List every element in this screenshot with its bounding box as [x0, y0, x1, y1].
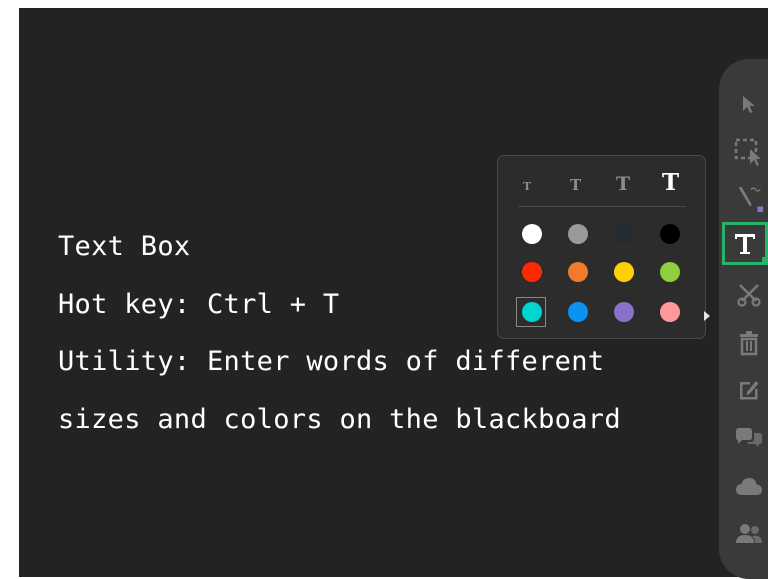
font-size-small[interactable]: T — [523, 180, 531, 193]
color-swatch-white[interactable] — [522, 224, 542, 244]
color-swatch-orange[interactable] — [568, 262, 588, 282]
color-swatch-red[interactable] — [522, 262, 542, 282]
font-size-options: T T T T — [498, 156, 707, 206]
scissors-icon — [737, 284, 761, 307]
trash-icon — [740, 331, 758, 356]
font-size-xlarge[interactable]: T — [662, 169, 679, 196]
scissors-tool-button[interactable] — [733, 279, 765, 311]
users-icon — [736, 524, 762, 543]
text-tool-icon — [735, 233, 755, 254]
color-swatch-black[interactable] — [660, 224, 680, 244]
users-tool-button[interactable] — [733, 518, 765, 550]
area-select-button[interactable] — [733, 136, 765, 168]
color-swatch-blue[interactable] — [568, 302, 588, 322]
edit-tool-button[interactable] — [733, 374, 765, 406]
font-size-large[interactable]: T — [616, 173, 630, 195]
text-tool-indicator — [762, 257, 767, 262]
panel-divider — [518, 206, 686, 207]
color-swatch-gray[interactable] — [568, 224, 588, 244]
description-line-utility: Utility: Enter words of different — [58, 346, 605, 377]
pen-tool-button[interactable] — [733, 182, 765, 214]
chat-tool-button[interactable] — [733, 422, 765, 454]
edit-icon — [740, 381, 759, 400]
color-swatch-pink[interactable] — [660, 302, 680, 322]
color-swatch-cyan[interactable] — [522, 302, 542, 322]
color-swatch-charcoal[interactable] — [614, 224, 634, 244]
text-style-panel: T T T T — [497, 155, 706, 339]
delete-tool-button[interactable] — [733, 327, 765, 359]
color-swatch-yellow[interactable] — [614, 262, 634, 282]
chat-icon — [736, 428, 762, 447]
color-swatch-green[interactable] — [660, 262, 680, 282]
description-line-utility-cont: sizes and colors on the blackboard — [58, 403, 621, 435]
font-size-medium[interactable]: T — [570, 176, 581, 194]
area-select-icon — [734, 138, 761, 166]
cloud-tool-button[interactable] — [733, 471, 765, 503]
panel-expand-arrow-icon — [704, 311, 710, 321]
select-tool-icon — [743, 96, 755, 113]
color-swatch-purple[interactable] — [614, 302, 634, 322]
select-tool-button[interactable] — [733, 88, 765, 120]
pen-icon — [738, 186, 764, 213]
cloud-icon — [736, 478, 762, 495]
